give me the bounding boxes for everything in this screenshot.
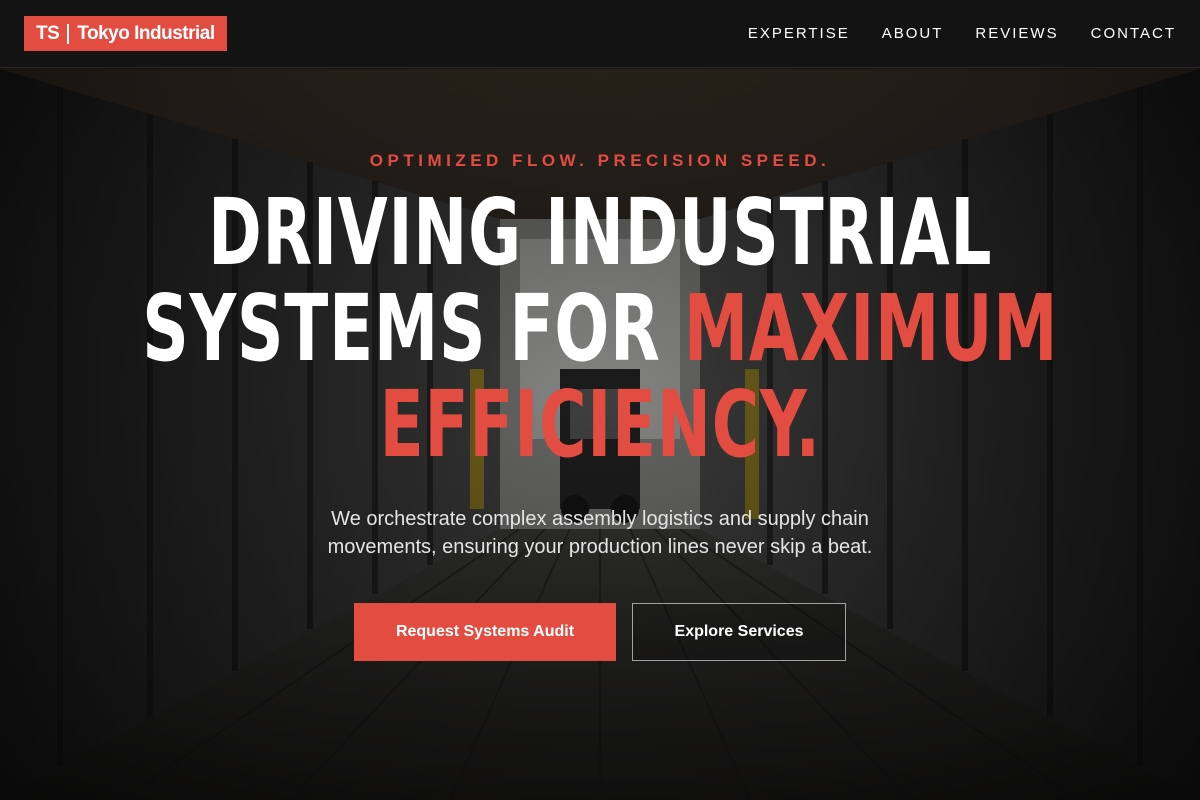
explore-services-button[interactable]: Explore Services [632, 603, 846, 661]
main-nav: EXPERTISE ABOUT REVIEWS CONTACT [748, 25, 1176, 42]
headline-line-3: EFFICIENCY. [379, 371, 821, 478]
brand-logo[interactable]: TS Tokyo Industrial [24, 16, 227, 51]
brand-initials: TS [36, 22, 60, 44]
hero-cta-group: Request Systems Audit Explore Services [354, 603, 846, 661]
headline-line-2-white: SYSTEMS FOR [141, 275, 684, 382]
request-audit-button[interactable]: Request Systems Audit [354, 603, 616, 661]
nav-item-contact[interactable]: CONTACT [1091, 25, 1176, 42]
logo-divider [67, 23, 70, 44]
brand-name: Tokyo Industrial [77, 22, 215, 44]
hero-headline: DRIVING INDUSTRIAL SYSTEMS FOR MAXIMUM E… [142, 185, 1058, 473]
nav-item-expertise[interactable]: EXPERTISE [748, 25, 850, 42]
headline-line-2-red: MAXIMUM [683, 275, 1059, 382]
hero-eyebrow: OPTIMIZED FLOW. PRECISION SPEED. [369, 151, 831, 170]
site-header: TS Tokyo Industrial EXPERTISE ABOUT REVI… [0, 0, 1200, 68]
headline-line-1: DRIVING INDUSTRIAL [207, 179, 993, 286]
headline-line-2: SYSTEMS FOR MAXIMUM [142, 281, 1058, 377]
nav-item-about[interactable]: ABOUT [882, 25, 944, 42]
nav-item-reviews[interactable]: REVIEWS [975, 25, 1058, 42]
hero-subtitle: We orchestrate complex assembly logistic… [327, 508, 873, 558]
hero-content: OPTIMIZED FLOW. PRECISION SPEED. DRIVING… [0, 69, 1200, 800]
